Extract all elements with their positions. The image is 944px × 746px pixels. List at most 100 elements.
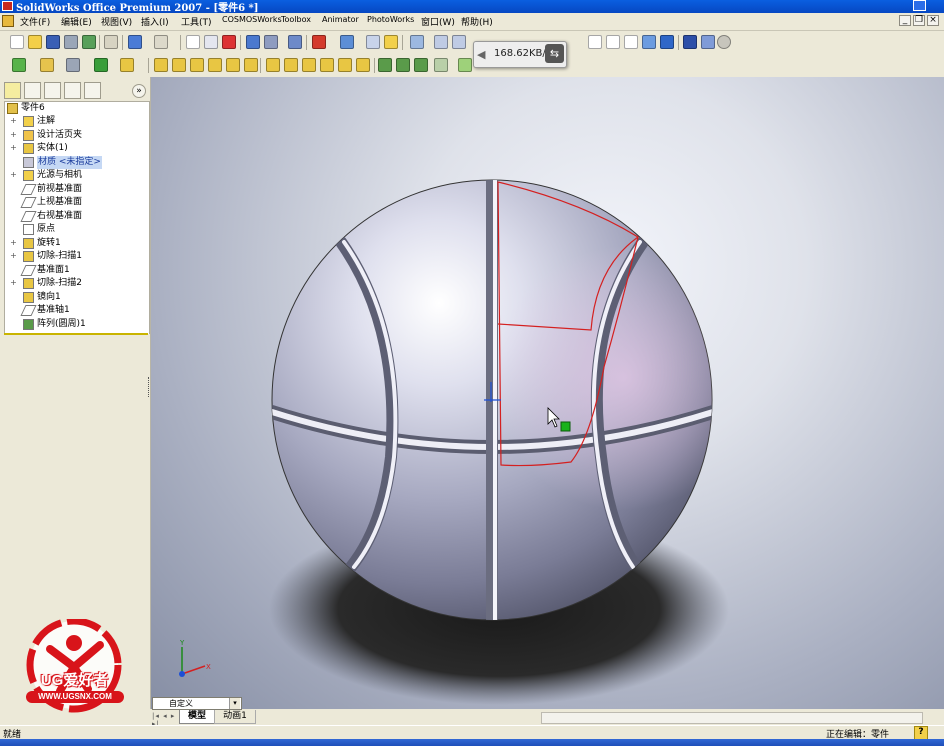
expand-toggle-icon[interactable]: +: [10, 238, 17, 247]
menu-cosmosworks[interactable]: COSMOSWorks: [222, 15, 282, 24]
revolve-boss-icon[interactable]: [172, 58, 186, 72]
tree-item[interactable]: 材质 <未指定>: [5, 155, 148, 169]
curve-through-points-icon[interactable]: [458, 58, 472, 72]
doc-close-button[interactable]: ×: [927, 15, 939, 26]
tree-item[interactable]: 基准面1: [5, 264, 148, 277]
mirror-toolbar-icon[interactable]: [414, 58, 428, 72]
minimize-button[interactable]: [913, 0, 926, 11]
tree-item[interactable]: + 实体(1): [5, 142, 148, 155]
expand-toggle-icon[interactable]: +: [10, 252, 17, 260]
display-manager-tab[interactable]: [84, 82, 101, 99]
selection-handle[interactable]: [560, 421, 571, 432]
reference-geometry-icon[interactable]: [66, 58, 80, 72]
tree-root[interactable]: 零件6: [5, 102, 148, 115]
zoom-to-fit-icon[interactable]: [410, 35, 424, 49]
draft-icon[interactable]: [338, 58, 352, 72]
tree-item[interactable]: 上视基准面: [5, 196, 148, 209]
rib-icon[interactable]: [302, 58, 316, 72]
tree-item[interactable]: + 光源与相机: [5, 169, 148, 182]
view-selector[interactable]: 自定义 ▾: [152, 697, 242, 710]
feature-manager-tab[interactable]: [4, 82, 21, 99]
expand-toggle-icon[interactable]: +: [10, 144, 17, 152]
graphics-area[interactable]: Y X: [151, 77, 944, 709]
3d-view-icon[interactable]: [312, 35, 326, 49]
revolve-cut-icon[interactable]: [244, 58, 258, 72]
tree-item[interactable]: + 旋转1: [5, 237, 148, 250]
circular-pattern-toolbar-icon[interactable]: [396, 58, 410, 72]
menu-edit[interactable]: 编辑(E): [61, 15, 92, 28]
tab-model[interactable]: 模型: [179, 710, 215, 724]
undo-icon[interactable]: [128, 35, 142, 49]
extrude-boss-icon[interactable]: [154, 58, 168, 72]
sketch-icon[interactable]: [12, 58, 26, 72]
redo-icon[interactable]: [154, 35, 168, 49]
chevron-down-icon[interactable]: ▾: [229, 698, 240, 709]
display-delete-relations-icon[interactable]: [120, 58, 134, 72]
tree-item[interactable]: 原点: [5, 223, 148, 236]
cut-icon[interactable]: [104, 35, 118, 49]
realview-icon[interactable]: [701, 35, 715, 49]
app-menu-icon[interactable]: [2, 15, 14, 27]
section-view-icon[interactable]: [683, 35, 697, 49]
doc-minimize-button[interactable]: _: [899, 15, 911, 26]
open-file-icon[interactable]: [28, 35, 42, 49]
zoom-fit-icon[interactable]: [288, 35, 302, 49]
expand-toggle-icon[interactable]: +: [10, 130, 17, 139]
curves-icon[interactable]: [94, 58, 108, 72]
doc-restore-button[interactable]: ❐: [913, 15, 925, 26]
fillet-icon[interactable]: [266, 58, 280, 72]
wireframe-icon[interactable]: [588, 35, 602, 49]
menu-view[interactable]: 视图(V): [101, 15, 132, 28]
hole-wizard-icon[interactable]: [356, 58, 370, 72]
new-file-icon[interactable]: [10, 35, 24, 49]
horizontal-scrollbar[interactable]: [541, 712, 923, 724]
print-icon[interactable]: [64, 35, 78, 49]
chamfer-icon[interactable]: [284, 58, 298, 72]
tree-item[interactable]: 前视基准面: [5, 183, 148, 196]
tree-item[interactable]: 镜向1: [5, 291, 148, 304]
shaded-icon[interactable]: [660, 35, 674, 49]
menu-help[interactable]: 帮助(H): [461, 15, 493, 28]
linear-pattern-icon[interactable]: [378, 58, 392, 72]
menu-animator[interactable]: Animator: [322, 15, 359, 24]
tree-item[interactable]: + 切除-扫描2: [5, 277, 148, 290]
tab-scroll-buttons[interactable]: |◂ ◂ ▸ ▸|: [152, 712, 178, 728]
property-manager-tab[interactable]: [24, 82, 41, 99]
shadows-icon[interactable]: [717, 35, 731, 49]
shell-icon[interactable]: [320, 58, 334, 72]
tree-item[interactable]: 右视基准面: [5, 210, 148, 223]
tree-item[interactable]: + 注解: [5, 115, 148, 128]
shaded-edges-icon[interactable]: [642, 35, 656, 49]
help-button[interactable]: ?: [914, 726, 928, 740]
display-style-icon[interactable]: [340, 35, 354, 49]
expand-toggle-icon[interactable]: +: [10, 279, 17, 287]
dimxpert-tab[interactable]: [64, 82, 81, 99]
menu-insert[interactable]: 插入(I): [141, 15, 169, 28]
view-settings-icon[interactable]: [366, 35, 380, 49]
view-orientation-icon[interactable]: [264, 35, 278, 49]
loft-boss-icon[interactable]: [208, 58, 222, 72]
configuration-manager-tab[interactable]: [44, 82, 61, 99]
zoom-in-icon[interactable]: [434, 35, 448, 49]
expand-toggle-icon[interactable]: +: [10, 171, 17, 179]
tree-item[interactable]: 基准轴1: [5, 304, 148, 317]
options-icon[interactable]: [246, 35, 260, 49]
tree-item[interactable]: 阵列(圆周)1: [5, 318, 148, 331]
swap-icon[interactable]: ⇆: [545, 44, 564, 63]
expand-panel-icon[interactable]: »: [132, 84, 146, 98]
tab-animation[interactable]: 动画1: [214, 710, 256, 724]
save-icon[interactable]: [46, 35, 60, 49]
menu-photoworks[interactable]: PhotoWorks: [367, 15, 414, 24]
rebuild-icon[interactable]: [222, 35, 236, 49]
tree-item[interactable]: + 切除-扫描1: [5, 250, 148, 263]
swept-boss-icon[interactable]: [190, 58, 204, 72]
hidden-lines-removed-icon[interactable]: [624, 35, 638, 49]
smart-dimension-icon[interactable]: [40, 58, 54, 72]
menu-window[interactable]: 窗口(W): [421, 15, 455, 28]
menu-tools[interactable]: 工具(T): [181, 15, 212, 28]
rollback-bar[interactable]: [4, 333, 148, 335]
help-icon[interactable]: [384, 35, 398, 49]
menu-file[interactable]: 文件(F): [20, 15, 50, 28]
select-icon[interactable]: [186, 35, 200, 49]
print-preview-icon[interactable]: [82, 35, 96, 49]
